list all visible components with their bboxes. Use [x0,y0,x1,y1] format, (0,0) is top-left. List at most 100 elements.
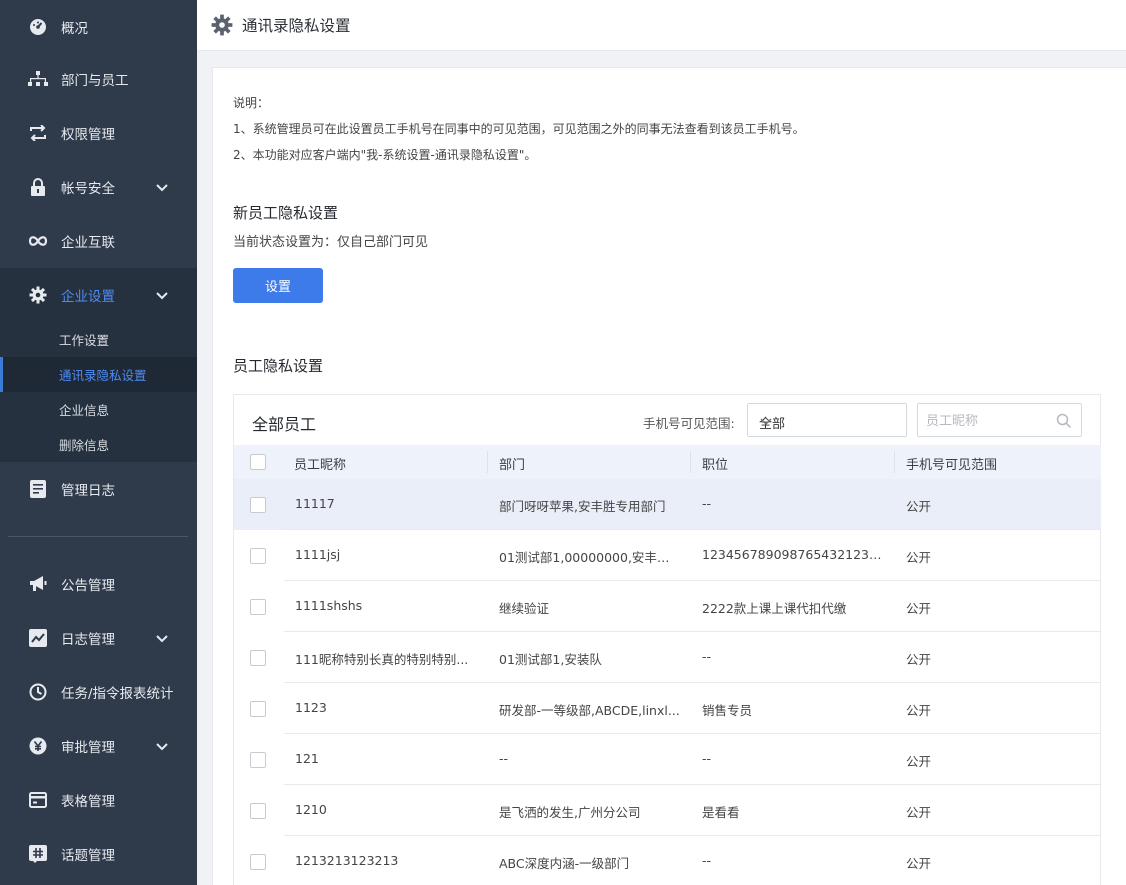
table-row[interactable]: 1213213123213 ABC深度内涵-一级部门 -- 公开 [234,836,1101,885]
sidebar-item-label: 公告管理 [61,578,115,594]
page-header: 通讯录隐私设置 [197,0,1126,51]
visibility-filter-select[interactable]: 全部 [747,403,907,437]
submenu-item-work-settings[interactable]: 工作设置 [0,322,197,357]
row-checkbox[interactable] [250,803,266,819]
new-employee-status: 当前状态设置为：仅自己部门可见 [233,235,429,250]
cell-position: -- [702,649,712,664]
sidebar-item-label: 日志管理 [61,632,115,648]
submenu-item-label: 企业信息 [59,403,110,418]
gear-icon [211,14,233,40]
megaphone-icon [28,574,48,594]
search-icon[interactable] [1056,413,1072,433]
submenu-item-contacts-privacy[interactable]: 通讯录隐私设置 [0,357,197,392]
table-row[interactable]: 11117 部门呀呀苹果,安丰胜专用部门 -- 公开 [234,479,1101,530]
cell-position: 2222款上课上课代扣代缴 [702,601,847,616]
gear-icon [28,285,48,305]
cell-nickname: 1111jsj [295,547,341,562]
cell-phone-visibility: 公开 [906,805,932,820]
submenu-item-label: 通讯录隐私设置 [59,368,147,383]
table-header: 员工昵称 部门 职位 手机号可见范围 [234,445,1101,479]
column-separator [894,451,895,473]
cell-phone-visibility: 公开 [906,703,932,718]
select-all-checkbox[interactable] [250,454,266,470]
sidebar-item-label: 企业设置 [61,289,115,305]
chevron-down-icon [155,739,169,753]
column-header-nickname[interactable]: 员工昵称 [294,454,346,473]
employee-table-panel: 全部员工 手机号可见范围: 全部 员工昵称 部门 职位 手机号可见范围 [233,394,1101,885]
sidebar-item-overview[interactable]: 概况 [0,0,197,54]
sidebar-item-log-management[interactable]: 日志管理 [0,611,197,665]
cell-position: -- [702,853,712,868]
sidebar-item-admin-log[interactable]: 管理日志 [0,462,197,516]
chevron-down-icon [155,180,169,194]
cell-position: 销售专员 [702,703,753,718]
sidebar-item-label: 部门与员工 [61,73,129,89]
sidebar-item-label: 权限管理 [61,127,115,143]
cell-nickname: 111昵称特别长真的特别特别... [295,652,469,667]
sidebar-item-enterprise-settings[interactable]: 企业设置 [0,268,197,322]
cell-phone-visibility: 公开 [906,550,932,565]
row-checkbox[interactable] [250,650,266,666]
chevron-down-icon [759,414,896,432]
table-row[interactable]: 111昵称特别长真的特别特别... 01测试部1,安装队 -- 公开 [234,632,1101,683]
employee-search-input[interactable] [926,411,1051,431]
sidebar-item-enterprise-link[interactable]: 企业互联 [0,214,197,268]
visibility-filter-label: 手机号可见范围: [643,416,735,431]
cell-nickname: 1123 [295,700,327,715]
sidebar-item-label: 审批管理 [61,740,115,756]
hashtag-icon [28,844,48,864]
sidebar-item-permissions[interactable]: 权限管理 [0,106,197,160]
cell-phone-visibility: 公开 [906,754,932,769]
sidebar-item-topics[interactable]: 话题管理 [0,827,197,881]
table-row[interactable]: 1123 研发部-一等级部,ABCDE,linxl... 销售专员 公开 [234,683,1101,734]
sidebar: 概况 部门与员工 权限管理 帐号安全 企业互联 企业设置 工作设置 通讯录隐私设… [0,0,197,885]
sidebar-item-task-report[interactable]: 任务/指令报表统计 [0,665,197,719]
sidebar-item-label: 话题管理 [61,848,115,864]
settings-button[interactable]: 设置 [233,268,323,303]
cell-department: 01测试部1,00000000,安丰胜... [499,550,681,565]
sidebar-item-account-security[interactable]: 帐号安全 [0,160,197,214]
column-header-phone-visibility[interactable]: 手机号可见范围 [906,454,997,473]
row-checkbox[interactable] [250,548,266,564]
row-checkbox[interactable] [250,752,266,768]
cell-department: 继续验证 [499,601,550,616]
table-row[interactable]: 121 -- -- 公开 [234,734,1101,785]
employee-search-box[interactable] [917,403,1082,437]
enterprise-settings-submenu: 工作设置 通讯录隐私设置 企业信息 删除信息 [0,322,197,462]
submenu-item-enterprise-info[interactable]: 企业信息 [0,392,197,427]
sidebar-item-announcements[interactable]: 公告管理 [0,557,197,611]
note-line-1: 1、系统管理员可在此设置员工手机号在同事中的可见范围，可见范围之外的同事无法查看… [233,122,805,136]
chevron-down-icon [155,631,169,645]
dashboard-icon [28,17,48,37]
cell-phone-visibility: 公开 [906,856,932,871]
note-line-2: 2、本功能对应客户端内"我-系统设置-通讯录隐私设置"。 [233,148,537,162]
submenu-item-label: 工作设置 [59,333,110,348]
table-row[interactable]: 1111jsj 01测试部1,00000000,安丰胜... 123456789… [234,530,1101,581]
row-checkbox[interactable] [250,701,266,717]
note-heading: 说明： [233,96,270,110]
cell-department: -- [499,751,509,766]
row-checkbox[interactable] [250,854,266,870]
sidebar-item-departments[interactable]: 部门与员工 [0,52,197,106]
row-checkbox[interactable] [250,497,266,513]
document-icon [28,479,48,499]
sidebar-item-approvals[interactable]: 审批管理 [0,719,197,773]
column-separator [487,451,488,473]
table-row[interactable]: 1210 是飞洒的发生,广州分公司 是看看 公开 [234,785,1101,836]
sidebar-item-label: 管理日志 [61,483,115,499]
cell-nickname: 1210 [295,802,327,817]
page-title: 通讯录隐私设置 [242,17,351,35]
submenu-item-delete-info[interactable]: 删除信息 [0,427,197,462]
row-checkbox[interactable] [250,599,266,615]
table-title: 全部员工 [252,415,317,434]
sidebar-item-forms[interactable]: 表格管理 [0,773,197,827]
swap-icon [28,123,48,143]
sidebar-divider [8,536,188,537]
cell-position: 12345678909876543212345 6... [702,547,884,562]
column-header-position[interactable]: 职位 [702,454,728,473]
cell-position: -- [702,496,712,511]
table-row[interactable]: 1111shshs 继续验证 2222款上课上课代扣代缴 公开 [234,581,1101,632]
lock-icon [28,177,48,197]
column-header-department[interactable]: 部门 [499,454,525,473]
cell-department: 部门呀呀苹果,安丰胜专用部门 [499,499,666,514]
